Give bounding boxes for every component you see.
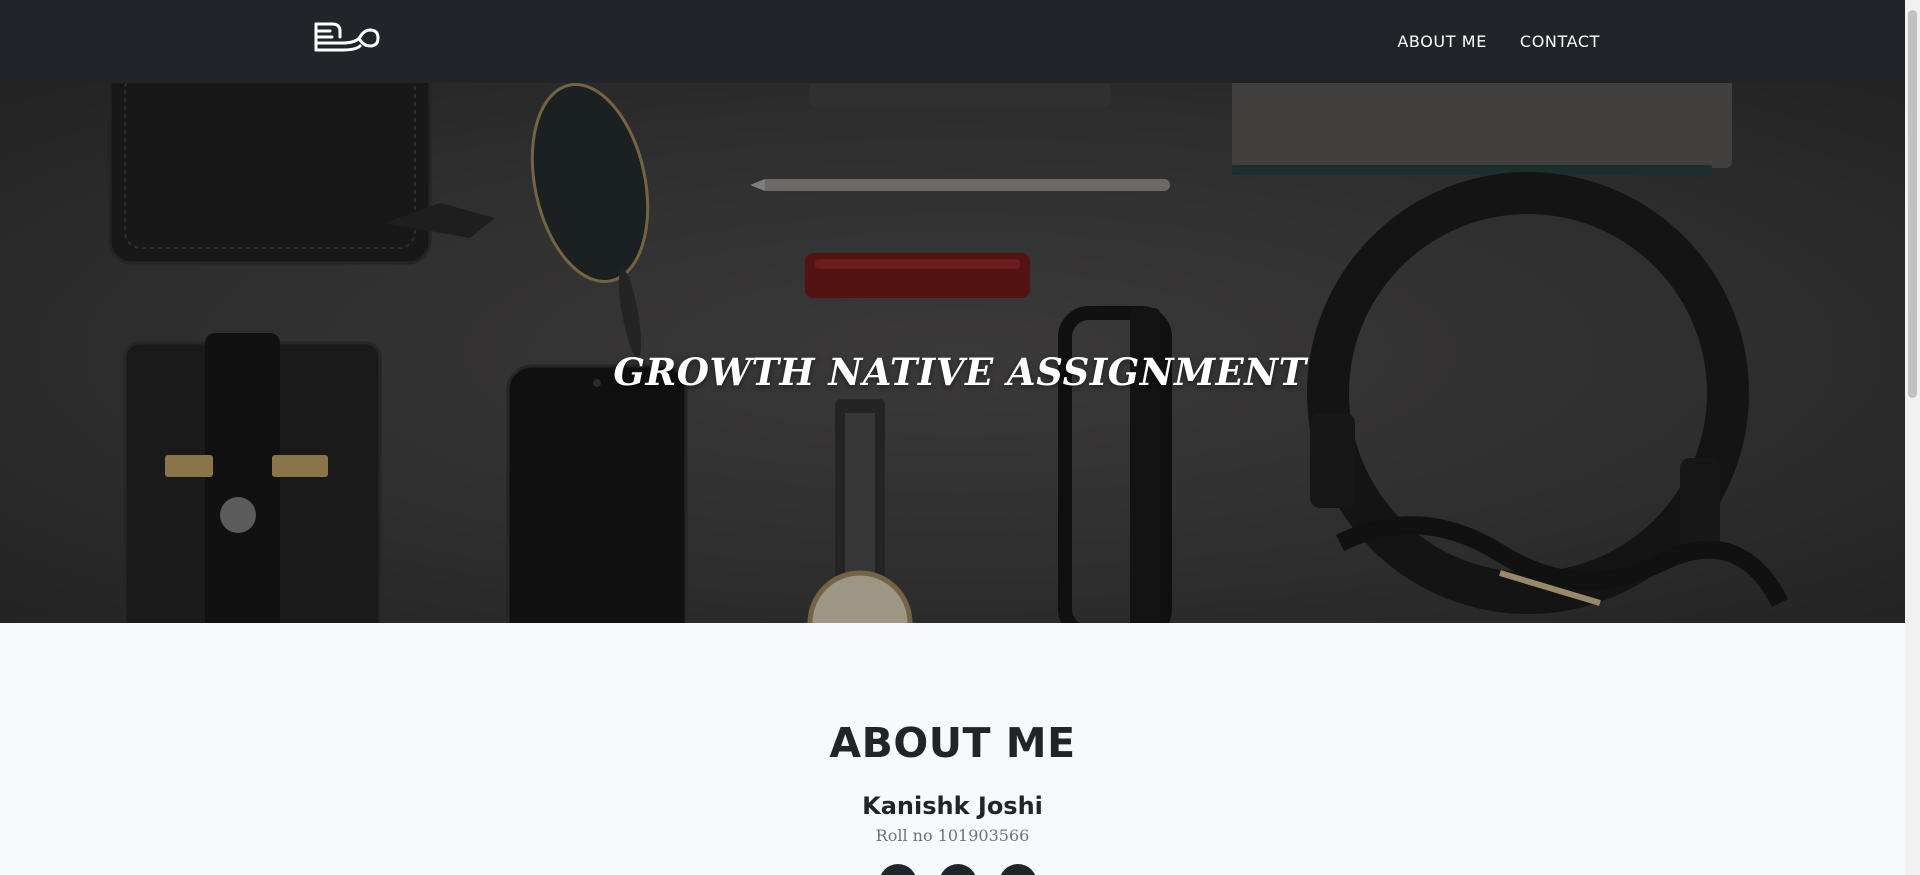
- about-roll-number: Roll no 101903566: [875, 826, 1030, 845]
- hero-title: GROWTH NATIVE ASSIGNMENT: [613, 350, 1307, 394]
- nav-link-contact[interactable]: CONTACT: [1520, 32, 1600, 51]
- nav-link-about-me[interactable]: ABOUT ME: [1397, 32, 1487, 51]
- main-nav: ABOUT ME CONTACT: [1397, 0, 1600, 83]
- about-heading: ABOUT ME: [829, 719, 1076, 767]
- scrollbar-thumb[interactable]: [1908, 10, 1917, 398]
- about-section: ABOUT ME Kanishk Joshi Roll no 101903566: [0, 623, 1905, 875]
- social-icon-1[interactable]: [879, 864, 917, 875]
- navbar: ABOUT ME CONTACT: [0, 0, 1920, 83]
- vertical-scrollbar[interactable]: [1905, 0, 1920, 875]
- hero-banner: GROWTH NATIVE ASSIGNMENT: [0, 83, 1920, 623]
- social-links: [879, 864, 1037, 875]
- fork-spoon-logo-icon[interactable]: [312, 20, 380, 54]
- about-name: Kanishk Joshi: [862, 792, 1043, 820]
- social-icon-3[interactable]: [999, 864, 1037, 875]
- social-icon-2[interactable]: [939, 864, 977, 875]
